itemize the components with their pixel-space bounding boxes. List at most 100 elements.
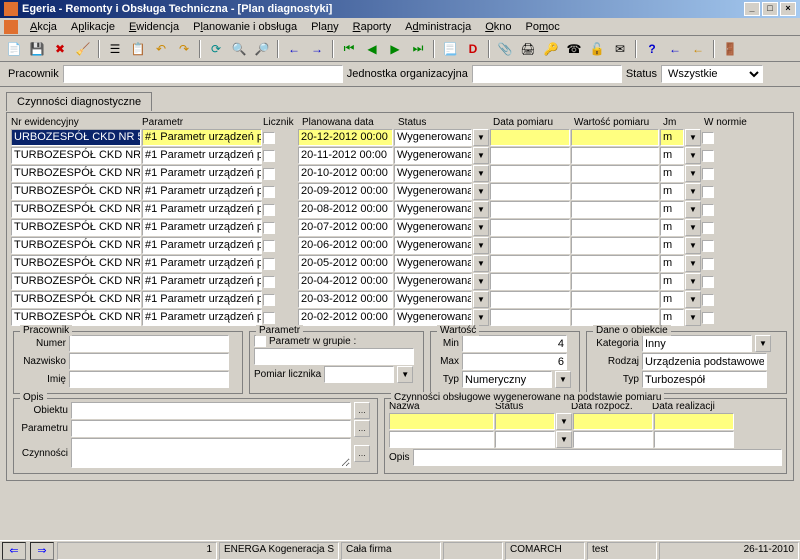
menu-plany[interactable]: Plany bbox=[305, 20, 345, 34]
cell-jm[interactable]: m bbox=[660, 273, 684, 290]
cell-wpom[interactable] bbox=[571, 165, 659, 182]
wnorm-chk[interactable] bbox=[702, 150, 714, 162]
cz-status[interactable] bbox=[495, 413, 555, 430]
grupie-checkbox[interactable] bbox=[254, 335, 266, 347]
tb-mail-icon[interactable]: ✉ bbox=[610, 39, 630, 59]
jm-dd[interactable]: ▼ bbox=[685, 273, 701, 290]
cell-licznik-chk[interactable] bbox=[263, 186, 275, 198]
menu-aplikacje[interactable]: Aplikacje bbox=[65, 20, 121, 34]
czynnosci-input[interactable] bbox=[71, 438, 351, 468]
cell-wpom[interactable] bbox=[571, 291, 659, 308]
status-dd[interactable]: ▼ bbox=[473, 147, 489, 164]
cell-nr[interactable]: TURBOZESPÓŁ CKD NR ! bbox=[11, 165, 141, 182]
parametru-btn[interactable]: … bbox=[354, 420, 370, 437]
grupie-input[interactable] bbox=[254, 348, 414, 365]
typ-dd[interactable]: ▼ bbox=[555, 371, 571, 388]
cell-nr[interactable]: TURBOZESPÓŁ CKD NR ! bbox=[11, 183, 141, 200]
tb-fwd-icon[interactable]: ← bbox=[688, 39, 708, 59]
cell-licznik-chk[interactable] bbox=[263, 132, 275, 144]
cell-jm[interactable]: m bbox=[660, 309, 684, 326]
table-row[interactable]: TURBOZESPÓŁ CKD NR ! #1 Parametr urządze… bbox=[11, 273, 789, 290]
cell-licznik-chk[interactable] bbox=[263, 258, 275, 270]
cell-licznik-chk[interactable] bbox=[263, 276, 275, 288]
cell-param[interactable]: #1 Parametr urządzeń po bbox=[142, 219, 262, 236]
cell-nr[interactable]: TURBOZESPÓŁ CKD NR ! bbox=[11, 291, 141, 308]
pracownik-input[interactable] bbox=[63, 65, 343, 83]
jm-dd[interactable]: ▼ bbox=[685, 147, 701, 164]
cell-wpom[interactable] bbox=[571, 237, 659, 254]
status-dd[interactable]: ▼ bbox=[473, 219, 489, 236]
cell-nr[interactable]: TURBOZESPÓŁ CKD NR ! bbox=[11, 255, 141, 272]
tb-redo-icon[interactable]: ↷ bbox=[174, 39, 194, 59]
tb-next-icon[interactable]: ▶ bbox=[385, 39, 405, 59]
cz-nazwa[interactable] bbox=[389, 413, 494, 430]
tb-phone-icon[interactable]: ☎ bbox=[564, 39, 584, 59]
cell-nr[interactable]: TURBOZESPÓŁ CKD NR ! bbox=[11, 309, 141, 326]
cell-nr[interactable]: URBOZESPÓŁ CKD NR 5 bbox=[11, 129, 141, 146]
cell-pdata[interactable]: 20-05-2012 00:00 bbox=[298, 255, 393, 272]
tb-left-icon[interactable]: ← bbox=[284, 39, 304, 59]
cell-pdata[interactable]: 20-03-2012 00:00 bbox=[298, 291, 393, 308]
tb-search-icon[interactable]: 🔍 bbox=[229, 39, 249, 59]
table-row[interactable]: TURBOZESPÓŁ CKD NR ! #1 Parametr urządze… bbox=[11, 147, 789, 164]
menu-administracja[interactable]: Administracja bbox=[399, 20, 477, 34]
cell-wpom[interactable] bbox=[571, 183, 659, 200]
sb-prev-icon[interactable]: ⇐ bbox=[2, 542, 26, 560]
cell-nr[interactable]: TURBOZESPÓŁ CKD NR ! bbox=[11, 273, 141, 290]
wnorm-chk[interactable] bbox=[702, 294, 714, 306]
menu-planowanie[interactable]: Planowanie i obsługa bbox=[187, 20, 303, 34]
cell-dpom[interactable] bbox=[490, 273, 570, 290]
jm-dd[interactable]: ▼ bbox=[685, 129, 701, 146]
jm-dd[interactable]: ▼ bbox=[685, 165, 701, 182]
table-row[interactable]: TURBOZESPÓŁ CKD NR ! #1 Parametr urządze… bbox=[11, 165, 789, 182]
status-dd[interactable]: ▼ bbox=[473, 183, 489, 200]
typ-input[interactable] bbox=[462, 371, 552, 388]
cell-licznik-chk[interactable] bbox=[263, 312, 275, 324]
table-row[interactable]: TURBOZESPÓŁ CKD NR ! #1 Parametr urządze… bbox=[11, 309, 789, 326]
cell-param[interactable]: #1 Parametr urządzeń po bbox=[142, 309, 262, 326]
table-row[interactable]: TURBOZESPÓŁ CKD NR ! #1 Parametr urządze… bbox=[11, 255, 789, 272]
table-row[interactable]: URBOZESPÓŁ CKD NR 5 #1 Parametr urządzeń… bbox=[11, 129, 789, 146]
status-dd[interactable]: ▼ bbox=[473, 201, 489, 218]
cell-param[interactable]: #1 Parametr urządzeń po bbox=[142, 129, 262, 146]
czynnosci-btn[interactable]: … bbox=[354, 445, 370, 462]
status-select[interactable]: Wszystkie bbox=[661, 65, 763, 83]
cell-dpom[interactable] bbox=[490, 255, 570, 272]
cell-licznik-chk[interactable] bbox=[263, 204, 275, 216]
cell-licznik-chk[interactable] bbox=[263, 240, 275, 252]
tb-copy-icon[interactable]: 📋 bbox=[128, 39, 148, 59]
wnorm-chk[interactable] bbox=[702, 222, 714, 234]
cell-status[interactable]: Wygenerowana bbox=[394, 309, 472, 326]
cell-jm[interactable]: m bbox=[660, 291, 684, 308]
cell-licznik-chk[interactable] bbox=[263, 150, 275, 162]
obiektu-input[interactable] bbox=[71, 402, 351, 419]
cell-dpom[interactable] bbox=[490, 219, 570, 236]
cz-status-dd[interactable]: ▼ bbox=[556, 413, 572, 430]
cell-jm[interactable]: m bbox=[660, 201, 684, 218]
pomiar-input[interactable] bbox=[324, 366, 394, 383]
cell-wpom[interactable] bbox=[571, 201, 659, 218]
status-dd[interactable]: ▼ bbox=[473, 129, 489, 146]
cell-param[interactable]: #1 Parametr urządzeń po bbox=[142, 237, 262, 254]
jm-dd[interactable]: ▼ bbox=[685, 201, 701, 218]
wnorm-chk[interactable] bbox=[702, 168, 714, 180]
tb-lock-icon[interactable]: 🔓 bbox=[587, 39, 607, 59]
cz-dreal[interactable] bbox=[654, 413, 734, 430]
imie-input[interactable] bbox=[69, 371, 229, 388]
cell-wpom[interactable] bbox=[571, 309, 659, 326]
cell-wpom[interactable] bbox=[571, 129, 659, 146]
menu-akcja[interactable]: AAkcjakcja bbox=[24, 20, 63, 34]
cell-status[interactable]: Wygenerowana bbox=[394, 147, 472, 164]
cell-pdata[interactable]: 20-09-2012 00:00 bbox=[298, 183, 393, 200]
cell-status[interactable]: Wygenerowana bbox=[394, 183, 472, 200]
numer-input[interactable] bbox=[69, 335, 229, 352]
cell-pdata[interactable]: 20-12-2012 00:00 bbox=[298, 129, 393, 146]
tb-d-icon[interactable]: D bbox=[463, 39, 483, 59]
wnorm-chk[interactable] bbox=[702, 276, 714, 288]
menu-raporty[interactable]: Raporty bbox=[347, 20, 398, 34]
cell-dpom[interactable] bbox=[490, 237, 570, 254]
cell-param[interactable]: #1 Parametr urządzeń po bbox=[142, 201, 262, 218]
wnorm-chk[interactable] bbox=[702, 204, 714, 216]
status-dd[interactable]: ▼ bbox=[473, 273, 489, 290]
tb-delete-icon[interactable]: ✖ bbox=[50, 39, 70, 59]
